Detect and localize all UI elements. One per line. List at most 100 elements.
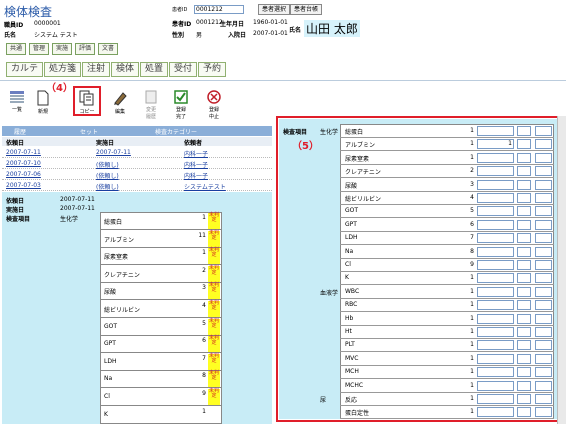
right-row-result-input[interactable] — [477, 407, 514, 418]
right-row-result-input[interactable] — [477, 166, 514, 177]
right-row-comment-input[interactable] — [535, 273, 552, 284]
right-row-flag-input[interactable] — [517, 313, 531, 324]
right-row-comment-input[interactable] — [535, 367, 552, 378]
right-row-comment-input[interactable] — [535, 380, 552, 391]
nav-execute-button[interactable]: 実施 — [52, 43, 73, 55]
history-request-date[interactable]: 2007-07-10 — [6, 160, 41, 167]
right-row-result-input[interactable] — [477, 300, 514, 311]
edit-button[interactable]: 編集 — [107, 90, 133, 115]
right-row-flag-input[interactable] — [517, 286, 531, 297]
right-row-comment-input[interactable] — [535, 407, 552, 418]
nav-manage-button[interactable]: 管理 — [29, 43, 50, 55]
right-row-flag-input[interactable] — [517, 152, 531, 163]
right-row-comment-input[interactable] — [535, 126, 552, 136]
history-done-date[interactable]: (依頼し) — [96, 171, 119, 180]
right-row-result-input[interactable] — [477, 394, 514, 404]
right-row-result-input[interactable] — [477, 367, 514, 378]
patient-id-input[interactable]: 0001212 — [194, 5, 244, 14]
history-requester[interactable]: システムテスト — [184, 182, 226, 191]
right-row-result-input[interactable] — [477, 193, 514, 203]
right-row-result-input[interactable] — [477, 353, 514, 364]
right-row-result-input[interactable] — [477, 380, 514, 391]
right-row-comment-input[interactable] — [535, 353, 552, 364]
right-row-flag-input[interactable] — [517, 353, 531, 364]
tab-specimen[interactable]: 検体 — [111, 62, 140, 77]
right-row-flag-input[interactable] — [517, 380, 531, 391]
right-row-result-input[interactable] — [477, 233, 514, 244]
right-row-comment-input[interactable] — [535, 286, 552, 297]
nav-evaluate-button[interactable]: 評価 — [75, 43, 96, 55]
right-row-comment-input[interactable] — [535, 233, 552, 244]
right-row-comment-input[interactable] — [535, 139, 552, 150]
tab-history[interactable]: 履歴 — [14, 127, 26, 136]
right-row-result-input[interactable] — [477, 179, 514, 190]
history-request-date[interactable]: 2007-07-06 — [6, 171, 41, 178]
right-row-flag-input[interactable] — [517, 300, 531, 311]
change-history-button[interactable]: 変更 履歴 — [138, 90, 164, 120]
tab-injection[interactable]: 注射 — [82, 62, 111, 77]
history-requester[interactable]: 内科一子 — [184, 149, 208, 158]
list-button[interactable]: 一覧 — [4, 90, 30, 113]
right-row-result-input[interactable] — [477, 246, 514, 257]
right-row-result-input[interactable]: 1 — [477, 139, 514, 150]
history-request-date[interactable]: 2007-07-11 — [6, 149, 41, 156]
right-row-flag-input[interactable] — [517, 407, 531, 418]
right-row-flag-input[interactable] — [517, 233, 531, 244]
right-row-result-input[interactable] — [477, 152, 514, 163]
right-row-flag-input[interactable] — [517, 367, 531, 378]
history-row[interactable] — [2, 170, 272, 180]
right-row-flag-input[interactable] — [517, 179, 531, 190]
right-row-result-input[interactable] — [477, 286, 514, 297]
right-row-comment-input[interactable] — [535, 313, 552, 324]
tab-prescription[interactable]: 処方箋 — [44, 62, 82, 77]
right-row-result-input[interactable] — [477, 126, 514, 136]
right-row-flag-input[interactable] — [517, 219, 531, 230]
copy-button[interactable]: コピー — [74, 90, 100, 115]
right-row-comment-input[interactable] — [535, 206, 552, 217]
tab-treatment[interactable]: 処置 — [140, 62, 169, 77]
right-row-comment-input[interactable] — [535, 327, 552, 337]
right-row-comment-input[interactable] — [535, 260, 552, 270]
right-row-result-input[interactable] — [477, 206, 514, 217]
history-done-date[interactable]: 2007-07-11 — [96, 149, 131, 156]
right-row-comment-input[interactable] — [535, 340, 552, 351]
right-row-comment-input[interactable] — [535, 394, 552, 404]
right-row-flag-input[interactable] — [517, 193, 531, 203]
right-row-result-input[interactable] — [477, 260, 514, 270]
right-row-flag-input[interactable] — [517, 260, 531, 270]
nav-common-button[interactable]: 共通 — [6, 43, 27, 55]
patient-select-button[interactable]: 患者選択 — [258, 4, 291, 15]
tab-reservation[interactable]: 予約 — [198, 62, 227, 77]
history-done-date[interactable]: (依頼し) — [96, 182, 119, 191]
right-row-result-input[interactable] — [477, 219, 514, 230]
right-row-flag-input[interactable] — [517, 166, 531, 177]
tab-reception[interactable]: 受付 — [169, 62, 198, 77]
tab-set[interactable]: セット — [80, 127, 98, 136]
right-row-flag-input[interactable] — [517, 273, 531, 284]
history-requester[interactable]: 内科一子 — [184, 171, 208, 180]
right-row-result-input[interactable] — [477, 340, 514, 351]
vertical-scrollbar[interactable] — [557, 116, 566, 424]
register-done-button[interactable]: 登録 完了 — [168, 90, 194, 120]
history-request-date[interactable]: 2007-07-03 — [6, 182, 41, 189]
right-row-result-input[interactable] — [477, 313, 514, 324]
right-row-comment-input[interactable] — [535, 166, 552, 177]
history-done-date[interactable]: (依頼し) — [96, 160, 119, 169]
history-requester[interactable]: 内科一子 — [184, 160, 208, 169]
history-row[interactable] — [2, 159, 272, 169]
right-row-flag-input[interactable] — [517, 246, 531, 257]
right-row-flag-input[interactable] — [517, 126, 531, 136]
right-row-flag-input[interactable] — [517, 327, 531, 337]
right-row-flag-input[interactable] — [517, 340, 531, 351]
right-row-comment-input[interactable] — [535, 152, 552, 163]
right-row-flag-input[interactable] — [517, 206, 531, 217]
patient-ledger-button[interactable]: 患者台帳 — [290, 4, 323, 15]
history-row[interactable] — [2, 181, 272, 191]
register-stop-button[interactable]: 登録 中止 — [201, 90, 227, 120]
right-row-result-input[interactable] — [477, 327, 514, 337]
tab-category[interactable]: 検査カテゴリー — [155, 127, 197, 136]
right-row-comment-input[interactable] — [535, 193, 552, 203]
right-row-comment-input[interactable] — [535, 219, 552, 230]
right-row-flag-input[interactable] — [517, 394, 531, 404]
nav-document-button[interactable]: 文書 — [98, 43, 119, 55]
